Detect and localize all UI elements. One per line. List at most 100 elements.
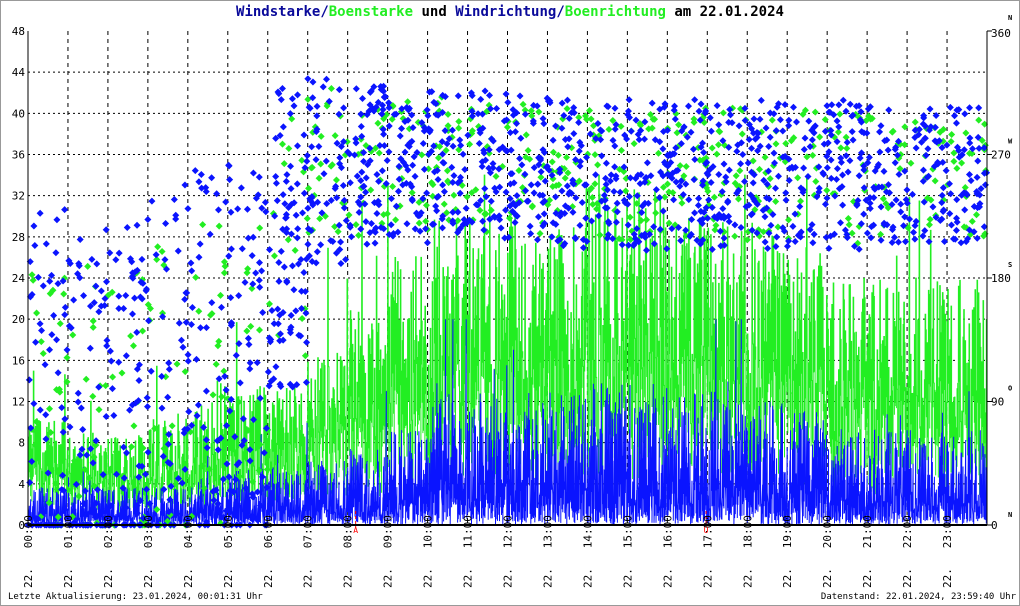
wind-direction-point — [929, 203, 937, 211]
wind-direction-point — [731, 221, 739, 229]
gust-direction-point — [168, 422, 176, 430]
wind-direction-point — [52, 249, 60, 257]
gust-direction-point — [455, 117, 463, 125]
wind-direction-point — [197, 324, 205, 332]
gust-direction-point — [60, 290, 68, 298]
y-left-tick-label: 24 — [12, 272, 26, 285]
wind-direction-point — [828, 101, 836, 109]
wind-direction-point — [347, 233, 355, 241]
gust-direction-point — [450, 191, 458, 199]
gust-direction-point — [761, 153, 769, 161]
wind-direction-point — [206, 230, 214, 238]
gust-direction-point — [220, 367, 228, 375]
wind-direction-point — [685, 196, 693, 204]
gust-direction-point — [682, 163, 690, 171]
wind-direction-point — [671, 115, 679, 123]
wind-direction-point — [613, 199, 621, 207]
wind-direction-point — [133, 328, 141, 336]
wind-direction-point — [258, 267, 266, 275]
wind-direction-point — [507, 170, 515, 178]
gust-direction-point — [842, 133, 850, 141]
gust-direction-point — [285, 145, 293, 153]
wind-direction-point — [965, 171, 973, 179]
gust-direction-point — [199, 221, 207, 229]
wind-direction-point — [611, 104, 619, 112]
gust-direction-point — [243, 327, 251, 335]
wind-direction-point — [244, 334, 252, 342]
gust-direction-point — [33, 309, 41, 317]
wind-direction-point — [961, 206, 969, 214]
wind-direction-point — [115, 358, 123, 366]
wind-direction-point — [618, 241, 626, 249]
gust-direction-point — [84, 262, 92, 270]
wind-direction-point — [213, 190, 221, 198]
gust-direction-point — [848, 229, 856, 237]
wind-direction-point — [685, 102, 693, 110]
wind-direction-point — [504, 98, 512, 106]
wind-direction-point — [192, 355, 200, 363]
wind-direction-point — [363, 240, 371, 248]
wind-direction-point — [320, 170, 328, 178]
wind-direction-point — [272, 363, 280, 371]
wind-direction-point — [952, 119, 960, 127]
gust-direction-point — [415, 219, 423, 227]
gust-direction-point — [591, 151, 599, 159]
wind-direction-point — [808, 136, 816, 144]
wind-direction-point — [76, 236, 84, 244]
gust-direction-point — [212, 360, 220, 368]
gust-direction-point — [39, 350, 47, 358]
gust-direction-point — [127, 332, 135, 340]
wind-direction-point — [487, 197, 495, 205]
gust-direction-point — [422, 217, 430, 225]
gust-direction-point — [404, 98, 412, 106]
wind-direction-point — [53, 216, 61, 224]
wind-direction-point — [823, 164, 831, 172]
wind-direction-point — [241, 278, 249, 286]
wind-direction-point — [947, 221, 955, 229]
gust-direction-point — [327, 84, 335, 92]
wind-direction-point — [268, 306, 276, 314]
gust-direction-point — [622, 187, 630, 195]
wind-direction-point — [877, 122, 885, 130]
wind-direction-point — [707, 127, 715, 135]
wind-direction-point — [903, 186, 911, 194]
wind-direction-point — [530, 189, 538, 197]
wind-direction-point — [303, 338, 311, 346]
wind-direction-point — [839, 96, 847, 104]
wind-direction-point — [195, 253, 203, 261]
wind-direction-point — [844, 168, 852, 176]
wind-direction-point — [195, 178, 203, 186]
gust-direction-point — [925, 221, 933, 229]
compass-label: S — [1008, 261, 1012, 269]
wind-direction-point — [30, 222, 38, 230]
gust-direction-point — [535, 108, 543, 116]
wind-direction-point — [779, 127, 787, 135]
wind-direction-point — [358, 168, 366, 176]
gust-direction-point — [837, 144, 845, 152]
wind-direction-point — [727, 111, 735, 119]
wind-direction-point — [181, 181, 189, 189]
wind-direction-point — [858, 149, 866, 157]
y-left-tick-label: 12 — [12, 396, 25, 409]
wind-direction-point — [856, 154, 864, 162]
gust-direction-point — [375, 149, 383, 157]
wind-direction-point — [283, 277, 291, 285]
wind-direction-point — [552, 193, 560, 201]
gust-direction-point — [298, 315, 306, 323]
wind-direction-point — [235, 292, 243, 300]
wind-direction-point — [249, 280, 257, 288]
gust-direction-point — [28, 271, 36, 279]
gust-direction-point — [214, 342, 222, 350]
wind-direction-point — [170, 196, 178, 204]
gust-direction-point — [217, 291, 225, 299]
y-right-tick-label: 270 — [991, 149, 1011, 162]
gust-direction-point — [588, 194, 596, 202]
gust-direction-point — [463, 193, 471, 201]
wind-direction-point — [54, 369, 62, 377]
wind-direction-point — [32, 338, 40, 346]
wind-direction-point — [516, 154, 524, 162]
wind-direction-point — [396, 132, 404, 140]
wind-direction-point — [897, 200, 905, 208]
gust-direction-point — [823, 186, 831, 194]
wind-direction-point — [282, 177, 290, 185]
